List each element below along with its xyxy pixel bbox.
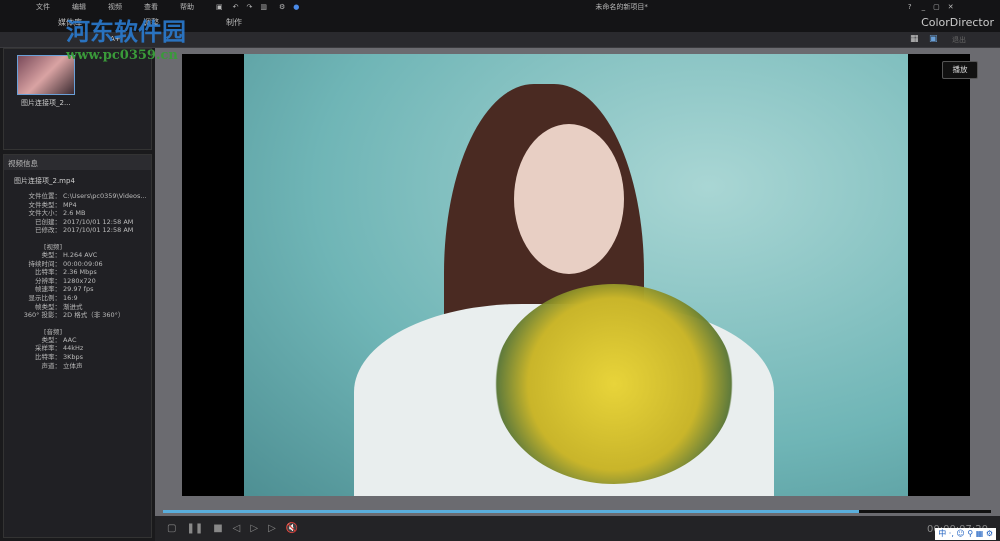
info-value: 3Kbps <box>63 352 84 361</box>
info-row: 持续时间： 00:00:09:06 <box>4 260 151 269</box>
preview-image <box>244 54 908 496</box>
info-row: 类型： AAC <box>4 336 151 345</box>
pause-icon[interactable]: ❚❚ <box>186 523 203 534</box>
prev-frame-icon[interactable]: ◁ <box>233 523 241 534</box>
ime-toolbar[interactable]: 中 ·, ☺ ⚲ ▦ ⚙ <box>935 528 996 540</box>
info-row: 声道： 立体声 <box>4 362 151 371</box>
info-row: 文件位置： C:\Users\pc0359\Videos... <box>4 192 151 201</box>
info-key: 文件位置： <box>28 192 62 200</box>
info-row: 比特率： 3Kbps <box>4 353 151 362</box>
info-key: 文件类型： <box>28 200 62 209</box>
info-value: 44kHz <box>63 344 84 353</box>
info-key: 采样率： <box>35 344 61 353</box>
exit-button[interactable]: 退出 <box>952 35 966 45</box>
menu-help[interactable]: 帮助 <box>180 2 194 12</box>
stop-icon[interactable]: ■ <box>213 523 222 534</box>
info-row: 显示比例： 16:9 <box>4 294 151 303</box>
info-key: 已修改： <box>35 226 61 235</box>
video-section-label: [视频] <box>44 242 63 251</box>
info-row: 文件类型： MP4 <box>4 201 151 210</box>
menu-file[interactable]: 文件 <box>36 2 50 12</box>
info-row: 分辨率： 1280x720 <box>4 277 151 286</box>
app-brand: ColorDirector <box>921 16 994 29</box>
timeline-scrubber[interactable] <box>163 510 991 513</box>
info-value: 立体声 <box>63 361 83 370</box>
file-name: 图片连接项_2.mp4 <box>14 177 75 185</box>
notification-icon[interactable]: ● <box>293 3 299 11</box>
menu-view[interactable]: 查看 <box>144 2 158 12</box>
undo-icon[interactable]: ↶ <box>233 3 239 11</box>
info-row: 类型： H.264 AVC <box>4 251 151 260</box>
video-info-panel: 视频信息 图片连接项_2.mp4 文件位置： C:\Users\pc0359\Vi… <box>3 154 152 538</box>
audio-section-label: [音频] <box>44 327 63 336</box>
info-value: 2017/10/01 12:58 AM <box>63 217 134 226</box>
play-icon[interactable]: ▷ <box>250 523 258 534</box>
info-value: C:\Users\pc0359\Videos... <box>63 192 147 200</box>
next-frame-icon[interactable]: ▷ <box>268 523 276 534</box>
image-view-icon[interactable]: ▣ <box>929 34 938 44</box>
info-value: 渐进式 <box>63 302 83 311</box>
info-value: AAC <box>63 335 77 344</box>
info-key: 帧类型： <box>35 302 61 311</box>
info-key: 帧速率： <box>35 285 61 294</box>
tab-produce[interactable]: 制作 <box>226 17 242 28</box>
close-button[interactable]: ✕ <box>948 3 954 11</box>
info-value: 2.6 MB <box>63 209 86 218</box>
info-value: 2D 格式（非 360°） <box>63 311 125 320</box>
media-caption: 图片连接项_2... <box>21 99 71 107</box>
info-key: 360° 投影： <box>23 311 61 320</box>
info-key: 持续时间： <box>28 259 62 268</box>
watermark-url: www.pc0359.cn <box>66 48 178 63</box>
info-row: 已修改： 2017/10/01 12:58 AM <box>4 226 151 235</box>
help-button[interactable]: ? <box>908 3 912 11</box>
layout-icon[interactable]: ▥ <box>260 3 267 11</box>
restore-button[interactable]: ▢ <box>933 3 940 11</box>
info-value: MP4 <box>63 200 77 209</box>
info-value: H.264 AVC <box>63 250 98 259</box>
grid-view-icon[interactable]: ▦ <box>910 34 919 44</box>
info-value: 29.97 fps <box>63 285 94 294</box>
menu-edit[interactable]: 编辑 <box>72 2 86 12</box>
info-row: 采样率： 44kHz <box>4 344 151 353</box>
info-row: 帧速率： 29.97 fps <box>4 285 151 294</box>
media-library: 图片连接项_2... <box>3 48 152 150</box>
window-title: 未命名的新项目* <box>595 3 648 11</box>
info-row: 帧类型： 渐进式 <box>4 303 151 312</box>
info-value: 00:00:09:06 <box>63 259 103 268</box>
info-value: 1280x720 <box>63 276 96 285</box>
playback-controls: ▢ ❚❚ ■ ◁ ▷ ▷ 🔇 00:00:07:20 <box>155 516 1000 541</box>
info-value: 2.36 Mbps <box>63 268 97 277</box>
play-mode-button[interactable]: 播放 <box>942 61 978 79</box>
save-icon[interactable]: ▣ <box>216 3 223 11</box>
watermark-logo: 河东软件园 <box>66 18 186 46</box>
redo-icon[interactable]: ↷ <box>247 3 253 11</box>
snapshot-icon[interactable]: ▢ <box>167 523 176 534</box>
panel-title: 视频信息 <box>4 155 151 170</box>
info-key: 文件大小： <box>28 209 62 218</box>
minimize-button[interactable]: _ <box>922 3 926 11</box>
info-row: 已创建： 2017/10/01 12:58 AM <box>4 218 151 227</box>
info-key: 显示比例： <box>28 293 62 302</box>
preview-viewer: 播放 <box>155 48 1000 516</box>
menu-video[interactable]: 视频 <box>108 2 122 12</box>
scrubber-progress <box>163 510 859 513</box>
mute-icon[interactable]: 🔇 <box>286 523 298 534</box>
settings-icon[interactable]: ⚙ <box>279 3 285 11</box>
info-key: 比特率： <box>35 268 61 277</box>
info-key: 声道： <box>41 361 62 370</box>
info-row: 比特率： 2.36 Mbps <box>4 268 151 277</box>
info-key: 比特率： <box>35 352 61 361</box>
info-row: 文件大小： 2.6 MB <box>4 209 151 218</box>
info-value: 2017/10/01 12:58 AM <box>63 226 134 235</box>
info-row: 360° 投影： 2D 格式（非 360°） <box>4 311 151 320</box>
info-key: 类型： <box>41 250 62 259</box>
info-value: 16:9 <box>63 293 78 302</box>
